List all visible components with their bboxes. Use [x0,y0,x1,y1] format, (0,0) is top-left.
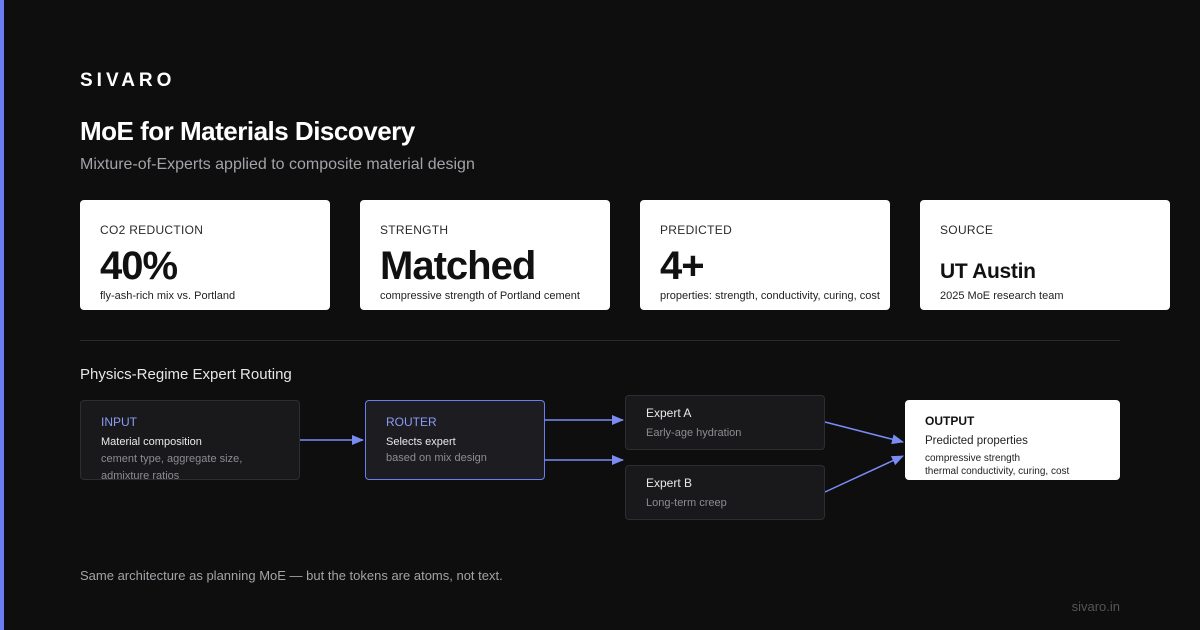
footer-note: Same architecture as planning MoE — but … [80,568,503,583]
expert-a-heading: Expert A [646,406,692,420]
output-node-line: thermal conductivity, curing, cost [925,466,1070,477]
router-node-heading: ROUTER [386,415,437,429]
site-link[interactable]: sivaro.in [1072,599,1120,614]
expert-b-node: Expert B Long-term creep [625,465,825,520]
routing-arrows [300,415,904,493]
expert-b-heading: Expert B [646,476,693,490]
input-node-line: admixture ratios [101,470,180,480]
output-node-line: compressive strength [925,453,1021,464]
expert-a-line: Early-age hydration [646,427,742,439]
router-node: ROUTER Selects expert based on mix desig… [365,400,545,480]
output-node-heading: OUTPUT [925,414,975,428]
arrow-expert-b-to-output [824,455,904,493]
input-node-line: cement type, aggregate size, [101,453,243,465]
output-node-line: Predicted properties [925,435,1028,447]
expert-a-node: Expert A Early-age hydration [625,395,825,450]
input-node-heading: INPUT [101,415,137,429]
arrow-expert-a-to-output [824,421,904,445]
router-node-line: Selects expert [386,436,456,448]
input-node-line: Material composition [101,436,202,448]
output-node: OUTPUT Predicted properties compressive … [905,400,1120,480]
input-node: INPUT Material composition cement type, … [80,400,300,480]
expert-b-line: Long-term creep [646,497,727,509]
router-node-line: based on mix design [386,452,487,464]
